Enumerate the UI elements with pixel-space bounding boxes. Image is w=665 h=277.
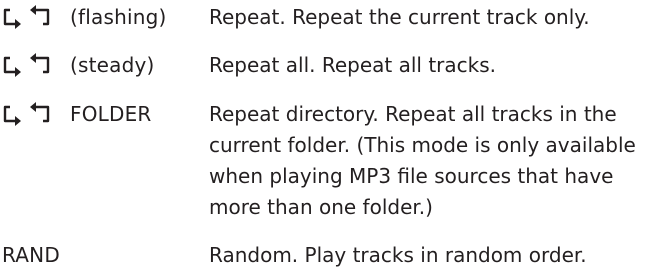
mode-label: RAND (2, 239, 60, 271)
mode-description: Repeat. Repeat the current track only. (209, 5, 590, 29)
mode-text: FOLDER (70, 102, 152, 126)
mode-text: (steady) (70, 53, 155, 77)
mode-description: Repeat directory. Repeat all tracks in t… (209, 98, 659, 223)
repeat-icon (2, 52, 68, 78)
mode-text: (flashing) (70, 5, 167, 29)
mode-description-line: more than one folder.) (209, 195, 433, 219)
mode-label: FOLDER (2, 98, 152, 130)
mode-description: Random. Play tracks in random order. (209, 243, 587, 267)
mode-label: (steady) (2, 49, 155, 81)
mode-description: Repeat all. Repeat all tracks. (209, 53, 497, 77)
mode-description-line: Repeat directory. Repeat all tracks in t… (209, 102, 617, 126)
mode-label: (flashing) (2, 1, 166, 33)
mode-description-line: when playing MP3 file sources that have (209, 164, 614, 188)
repeat-icon (2, 4, 68, 30)
mode-text: RAND (2, 243, 60, 267)
repeat-icon (2, 101, 68, 127)
mode-description-line: current folder. (This mode is only avail… (209, 133, 636, 157)
